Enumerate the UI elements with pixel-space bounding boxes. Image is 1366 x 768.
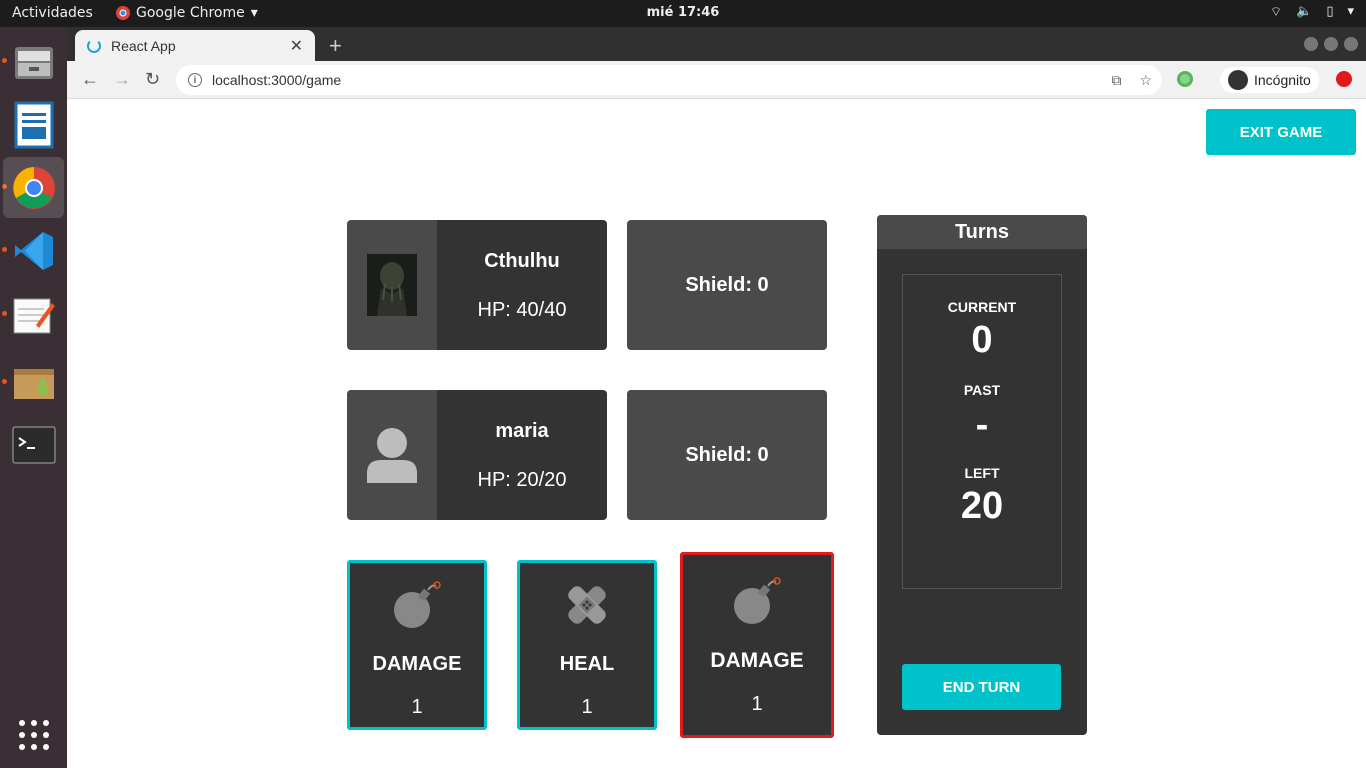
card-heal[interactable]: HEAL 1	[517, 560, 657, 730]
window-controls	[1304, 37, 1358, 51]
software-center-icon[interactable]	[3, 350, 64, 411]
star-icon[interactable]: ☆	[1139, 72, 1152, 89]
card-title: HEAL	[559, 653, 615, 675]
card-value: 1	[581, 696, 593, 718]
text-editor-icon[interactable]	[3, 284, 64, 345]
past-value: -	[975, 404, 989, 446]
turns-counter: CURRENT 0 PAST - LEFT 20	[902, 274, 1062, 589]
card-title: DAMAGE	[372, 653, 462, 675]
tab-react-app[interactable]: React App ✕	[75, 30, 315, 61]
avatar	[347, 390, 437, 520]
card-damage[interactable]: DAMAGE 1	[347, 560, 487, 730]
clock[interactable]: mié 17:46	[0, 5, 1366, 20]
loading-icon	[87, 38, 101, 53]
back-icon[interactable]: ←	[81, 69, 99, 90]
current-value: 0	[971, 319, 993, 361]
exit-game-button[interactable]: EXIT GAME	[1206, 109, 1356, 155]
reload-icon[interactable]: ↻	[145, 69, 160, 90]
tab-strip: React App ✕ +	[67, 27, 1366, 61]
maximize-button[interactable]	[1324, 37, 1338, 51]
current-label: CURRENT	[947, 299, 1017, 315]
url-text[interactable]: localhost:3000/game	[212, 72, 341, 88]
player-hp: HP: 40/40	[477, 299, 567, 321]
system-tray[interactable]: ⌔ 🔈 ▯ ▾	[1270, 4, 1354, 20]
tab-title: React App	[111, 37, 176, 54]
player-info: Cthulhu HP: 40/40	[437, 220, 607, 350]
player-info: maria HP: 20/20	[437, 390, 607, 520]
past-label: PAST	[963, 382, 1001, 398]
incognito-icon	[1228, 70, 1248, 90]
files-icon[interactable]	[3, 31, 64, 92]
player-hp: HP: 20/20	[477, 469, 567, 491]
incognito-label: Incógnito	[1254, 72, 1311, 88]
new-tab-button[interactable]: +	[329, 33, 342, 59]
player-name: maria	[495, 420, 549, 442]
card-damage-selected[interactable]: DAMAGE 1	[680, 552, 834, 738]
dock	[0, 27, 67, 768]
address-bar[interactable]: i localhost:3000/game ⧉ ☆	[176, 65, 1162, 95]
player-card-maria: maria HP: 20/20	[347, 390, 607, 520]
incognito-indicator[interactable]: Incógnito	[1220, 67, 1319, 93]
show-apps-icon[interactable]	[3, 704, 64, 765]
battery-icon: ▯	[1326, 4, 1334, 19]
chrome-icon[interactable]	[3, 157, 64, 218]
wifi-icon: ⌔	[1269, 5, 1283, 20]
close-icon[interactable]: ✕	[290, 36, 303, 56]
info-icon[interactable]: i	[188, 73, 202, 87]
forward-icon[interactable]: →	[113, 69, 131, 90]
card-value: 1	[411, 696, 423, 718]
left-label: LEFT	[964, 465, 1000, 481]
game-page: EXIT GAME Cthulhu HP: 40/40 Shield: 0 ma…	[67, 99, 1366, 768]
monster-portrait-icon	[367, 254, 417, 316]
volume-icon: 🔈	[1296, 4, 1313, 19]
update-icon[interactable]	[1336, 71, 1352, 87]
player-card-cthulhu: Cthulhu HP: 40/40	[347, 220, 607, 350]
user-icon	[367, 428, 417, 483]
extension-icon[interactable]	[1177, 71, 1193, 87]
system-top-bar: Actividades Google Chrome ▾ mié 17:46 ⌔ …	[0, 0, 1366, 27]
left-value: 20	[960, 485, 1004, 527]
writer-icon[interactable]	[3, 94, 64, 155]
shield-panel: Shield: 0	[627, 390, 827, 520]
vscode-icon[interactable]	[3, 220, 64, 281]
turns-title: Turns	[877, 215, 1087, 249]
avatar	[347, 220, 437, 350]
bandage-icon	[520, 575, 654, 635]
bomb-icon	[683, 571, 831, 631]
terminal-icon[interactable]	[3, 414, 64, 475]
translate-icon[interactable]: ⧉	[1111, 72, 1121, 89]
player-name: Cthulhu	[484, 250, 560, 272]
bomb-icon	[350, 575, 484, 635]
shield-panel: Shield: 0	[627, 220, 827, 350]
minimize-button[interactable]	[1304, 37, 1318, 51]
card-title: DAMAGE	[710, 649, 804, 672]
end-turn-button[interactable]: END TURN	[902, 664, 1061, 710]
card-value: 1	[751, 693, 763, 715]
chevron-down-icon: ▾	[1347, 4, 1354, 19]
turns-panel: Turns CURRENT 0 PAST - LEFT 20 END TURN	[877, 215, 1087, 735]
browser-toolbar: ← → ↻ i localhost:3000/game ⧉ ☆ Incógnit…	[67, 61, 1366, 99]
close-window-button[interactable]	[1344, 37, 1358, 51]
